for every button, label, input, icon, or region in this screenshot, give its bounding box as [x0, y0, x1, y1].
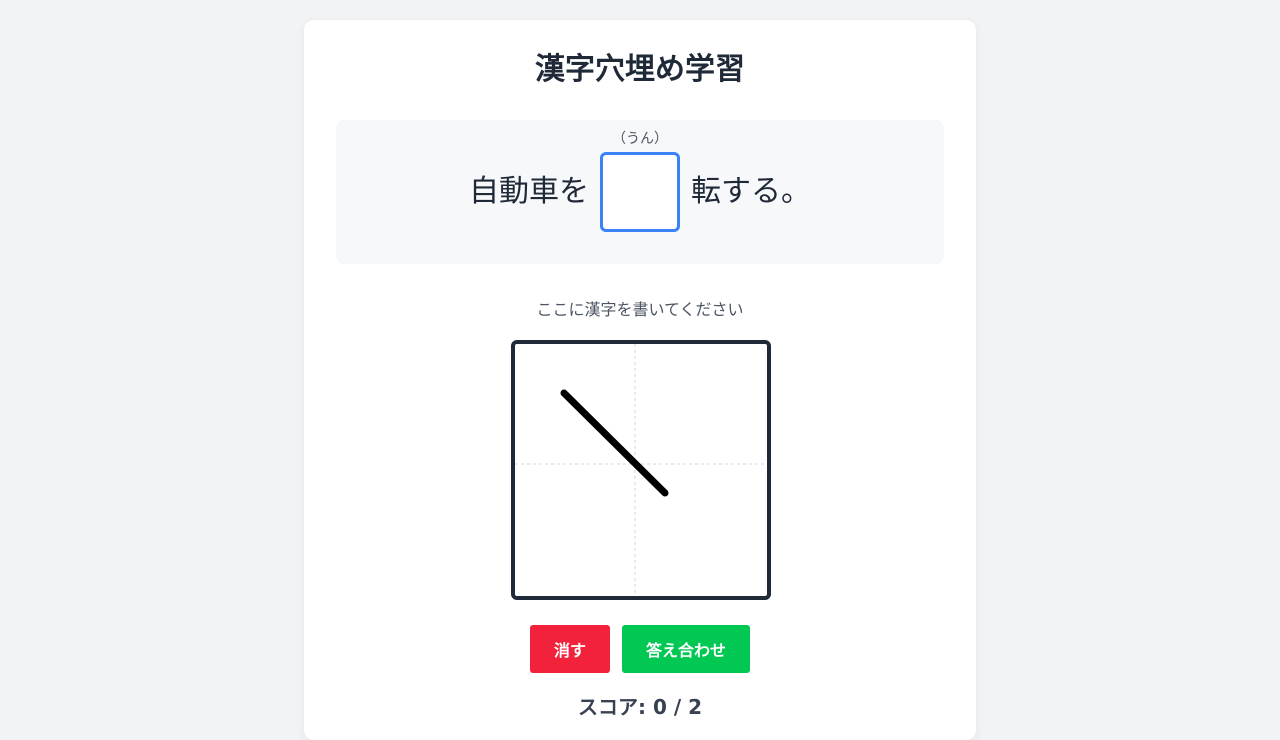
answer-blank[interactable]: [600, 152, 680, 232]
ink-stroke: [560, 389, 669, 497]
blank-wrapper: （うん）: [600, 131, 680, 232]
canvas-drawing: [515, 344, 767, 596]
furigana-hint: （うん）: [612, 131, 668, 147]
question-sentence: 自動車を （うん） 転する。: [336, 120, 944, 264]
handwriting-canvas[interactable]: [511, 340, 771, 600]
page-title: 漢字穴埋め学習: [535, 52, 745, 87]
sentence-before: 自動車を: [469, 174, 589, 209]
check-answer-button[interactable]: 答え合わせ: [622, 625, 750, 673]
draw-instruction: ここに漢字を書いてください: [536, 300, 744, 319]
score-display: スコア: 0 / 2: [577, 695, 703, 719]
sentence-after: 転する。: [691, 174, 811, 209]
quiz-card: 漢字穴埋め学習 自動車を （うん） 転する。 ここに漢字を書いてください 消す …: [304, 20, 976, 740]
action-buttons: 消す 答え合わせ: [304, 625, 976, 673]
clear-button[interactable]: 消す: [530, 625, 610, 673]
